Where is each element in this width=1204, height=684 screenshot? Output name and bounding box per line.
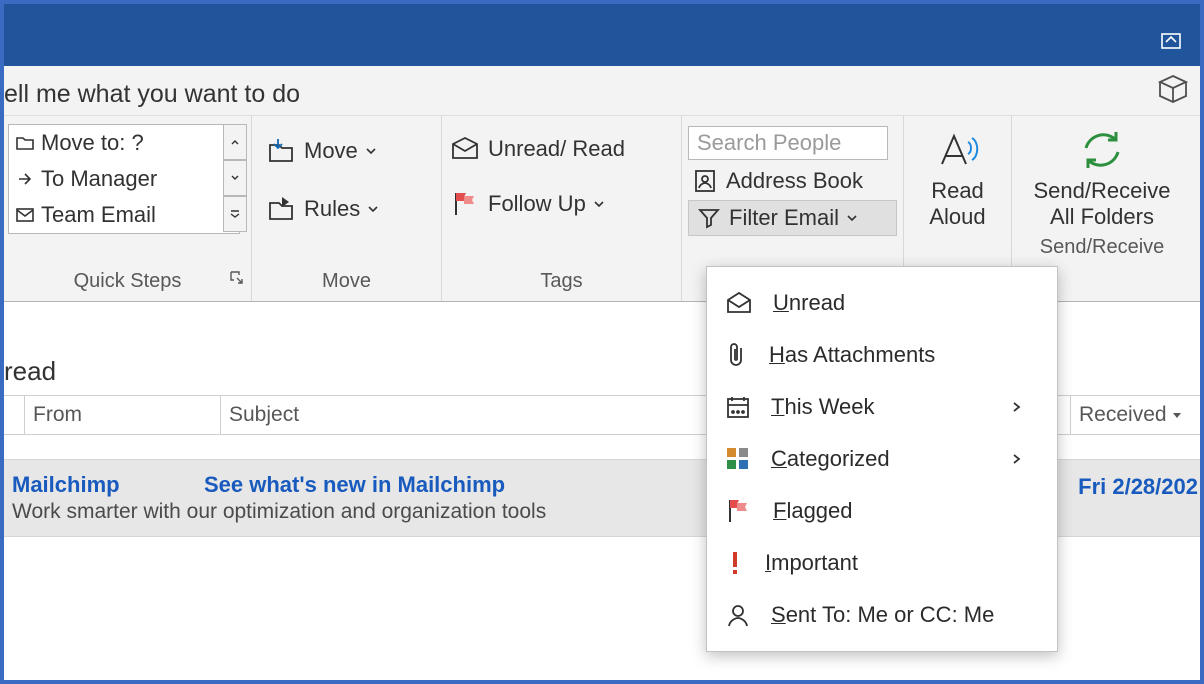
paperclip-icon	[725, 341, 749, 369]
move-group: Move Rules Move	[252, 116, 442, 301]
calendar-icon	[725, 394, 751, 420]
rules-button[interactable]: Rules	[262, 188, 431, 230]
quick-step-team-email[interactable]: Team Email	[9, 197, 239, 233]
envelope-icon	[450, 136, 480, 162]
address-book-icon	[692, 168, 718, 194]
chevron-down-icon	[845, 211, 859, 225]
filter-email-button[interactable]: Filter Email	[688, 200, 897, 236]
filter-this-week[interactable]: This Week	[707, 381, 1057, 433]
search-people-input[interactable]: Search People	[688, 126, 888, 160]
chevron-right-icon	[1009, 452, 1023, 466]
person-icon	[725, 602, 751, 628]
message-from: Mailchimp	[12, 472, 204, 498]
filter-email-menu: Unread Has Attachments This Week Categor…	[706, 266, 1058, 652]
chevron-down-icon	[364, 144, 378, 158]
message-date: Fri 2/28/202	[1078, 474, 1198, 500]
spinner-down[interactable]	[223, 160, 247, 196]
follow-up-button[interactable]: Follow Up	[446, 184, 677, 224]
sort-desc-icon	[1171, 409, 1183, 421]
chevron-up-icon	[230, 137, 240, 147]
tell-me-text: ell me what you want to do	[4, 80, 300, 108]
filter-important[interactable]: Important	[707, 537, 1057, 589]
categories-icon	[725, 446, 751, 472]
filter-categorized[interactable]: Categorized	[707, 433, 1057, 485]
unread-read-button[interactable]: Unread/ Read	[446, 130, 677, 168]
quick-steps-list[interactable]: Move to: ? To Manager Team Email	[8, 124, 240, 234]
flag-icon	[450, 190, 480, 218]
title-bar	[4, 4, 1200, 66]
col-flag[interactable]	[4, 396, 24, 434]
envelope-open-icon	[725, 291, 753, 315]
package-icon[interactable]	[1156, 72, 1190, 106]
minimize-ribbon-icon[interactable]	[1158, 26, 1184, 52]
quick-step-to-manager[interactable]: To Manager	[9, 161, 239, 197]
chevron-down-icon	[366, 202, 380, 216]
filter-unread[interactable]: Unread	[707, 277, 1057, 329]
spinner-more[interactable]	[223, 196, 247, 232]
folder-move-icon	[266, 136, 296, 166]
sync-icon	[1078, 126, 1126, 174]
move-button[interactable]: Move	[262, 130, 431, 172]
quick-steps-spinner[interactable]	[223, 124, 247, 232]
filter-has-attachments[interactable]: Has Attachments	[707, 329, 1057, 381]
tags-group: Unread/ Read Follow Up Tags	[442, 116, 682, 301]
tags-label: Tags	[446, 264, 677, 301]
flag-icon	[725, 498, 753, 524]
read-aloud-icon	[934, 126, 982, 174]
message-subject: See what's new in Mailchimp	[204, 472, 505, 498]
chevron-down-bar-icon	[229, 208, 241, 220]
forward-icon	[15, 169, 35, 189]
send-receive-label: Send/Receive	[1040, 230, 1165, 267]
spinner-up[interactable]	[223, 124, 247, 160]
funnel-icon	[697, 206, 721, 230]
rules-icon	[266, 194, 296, 224]
dialog-launcher-icon[interactable]	[229, 270, 245, 291]
filter-sent-to-me[interactable]: Sent To: Me or CC: Me	[707, 589, 1057, 641]
send-receive-all-button[interactable]: Send/ReceiveAll Folders	[1034, 126, 1171, 230]
col-from[interactable]: From	[24, 396, 220, 434]
filter-flagged[interactable]: Flagged	[707, 485, 1057, 537]
chevron-right-icon	[1009, 400, 1023, 414]
chevron-down-icon	[592, 197, 606, 211]
quick-steps-group: Move to: ? To Manager Team Email Quick S…	[4, 116, 252, 301]
quick-step-move-to[interactable]: Move to: ?	[9, 125, 239, 161]
move-label: Move	[262, 264, 431, 301]
col-received[interactable]: Received	[1070, 395, 1200, 435]
tell-me-bar[interactable]: ell me what you want to do	[4, 66, 1200, 116]
important-icon	[725, 549, 745, 577]
folder-icon	[15, 133, 35, 153]
address-book-button[interactable]: Address Book	[688, 166, 897, 196]
quick-steps-label: Quick Steps	[4, 264, 251, 301]
mail-icon	[15, 205, 35, 225]
chevron-down-icon	[230, 173, 240, 183]
